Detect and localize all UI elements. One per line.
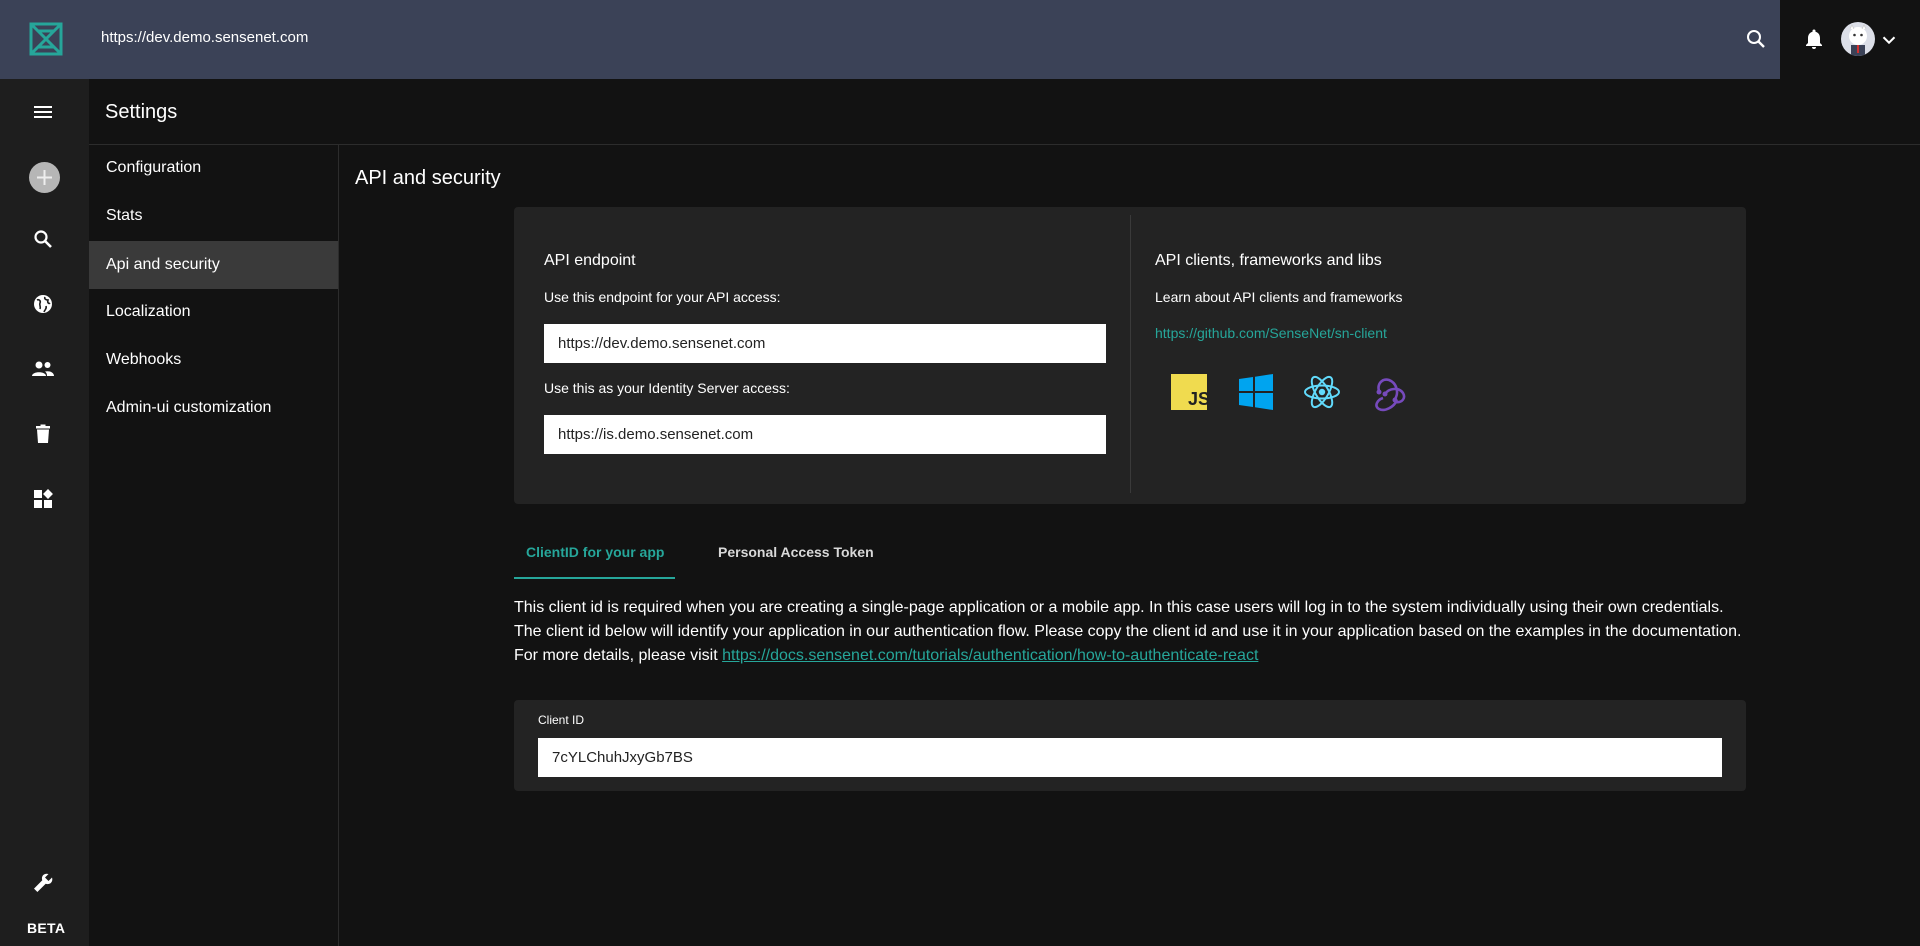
- tab-client-id[interactable]: ClientID for your app: [526, 544, 664, 560]
- react-icon[interactable]: [1302, 372, 1342, 412]
- settings-menu-localization[interactable]: Localization: [89, 288, 338, 336]
- avatar-image: [1849, 24, 1867, 56]
- api-clients-heading: API clients, frameworks and libs: [1155, 252, 1382, 269]
- client-id-label: Client ID: [538, 713, 585, 727]
- settings-menu-webhooks[interactable]: Webhooks: [89, 336, 338, 384]
- client-id-description: This client id is required when you are …: [514, 596, 1746, 668]
- user-avatar[interactable]: [1841, 22, 1875, 56]
- menu-icon[interactable]: [31, 100, 55, 124]
- api-endpoint-heading: API endpoint: [544, 252, 636, 269]
- menu-divider: [338, 145, 339, 946]
- documentation-link[interactable]: https://docs.sensenet.com/tutorials/auth…: [722, 647, 1258, 664]
- beta-label: BETA: [27, 920, 66, 936]
- svg-text:JS: JS: [1188, 389, 1209, 409]
- search-icon[interactable]: [31, 227, 55, 251]
- header-divider: [89, 144, 1920, 145]
- sn-client-link[interactable]: https://github.com/SenseNet/sn-client: [1155, 325, 1387, 341]
- navigation-rail: [0, 79, 89, 946]
- client-id-field[interactable]: 7cYLChuhJxyGb7BS: [538, 738, 1722, 777]
- users-icon[interactable]: [31, 357, 55, 381]
- settings-title: Settings: [105, 101, 178, 123]
- redux-icon[interactable]: [1369, 372, 1409, 412]
- endpoint-label: Use this endpoint for your API access:: [544, 289, 781, 305]
- add-icon: [37, 170, 52, 185]
- javascript-icon[interactable]: JS: [1169, 372, 1209, 412]
- settings-menu-api-and-security[interactable]: Api and security: [89, 241, 338, 289]
- api-endpoint-field[interactable]: https://dev.demo.sensenet.com: [544, 324, 1106, 363]
- chevron-down-icon[interactable]: [1878, 29, 1900, 51]
- notification-bell-icon[interactable]: [1802, 27, 1826, 51]
- add-button[interactable]: [29, 162, 60, 193]
- settings-menu-stats[interactable]: Stats: [89, 192, 338, 240]
- search-icon[interactable]: [1744, 27, 1768, 51]
- tab-personal-access-token[interactable]: Personal Access Token: [718, 544, 874, 560]
- repository-url: https://dev.demo.sensenet.com: [101, 29, 309, 46]
- identity-server-label: Use this as your Identity Server access:: [544, 380, 790, 396]
- api-clients-description: Learn about API clients and frameworks: [1155, 289, 1403, 305]
- identity-server-field[interactable]: https://is.demo.sensenet.com: [544, 415, 1106, 454]
- windows-icon[interactable]: [1236, 372, 1276, 412]
- page-title: API and security: [355, 167, 501, 189]
- wrench-icon[interactable]: [31, 871, 55, 895]
- settings-menu-admin-ui-customization[interactable]: Admin-ui customization: [89, 384, 338, 432]
- card-divider: [1130, 215, 1131, 493]
- globe-icon[interactable]: [31, 292, 55, 316]
- active-tab-indicator: [514, 577, 675, 579]
- dashboard-icon[interactable]: [31, 487, 55, 511]
- sensenet-logo-icon[interactable]: [28, 20, 64, 58]
- trash-icon[interactable]: [31, 422, 55, 446]
- settings-menu-configuration[interactable]: Configuration: [89, 144, 338, 192]
